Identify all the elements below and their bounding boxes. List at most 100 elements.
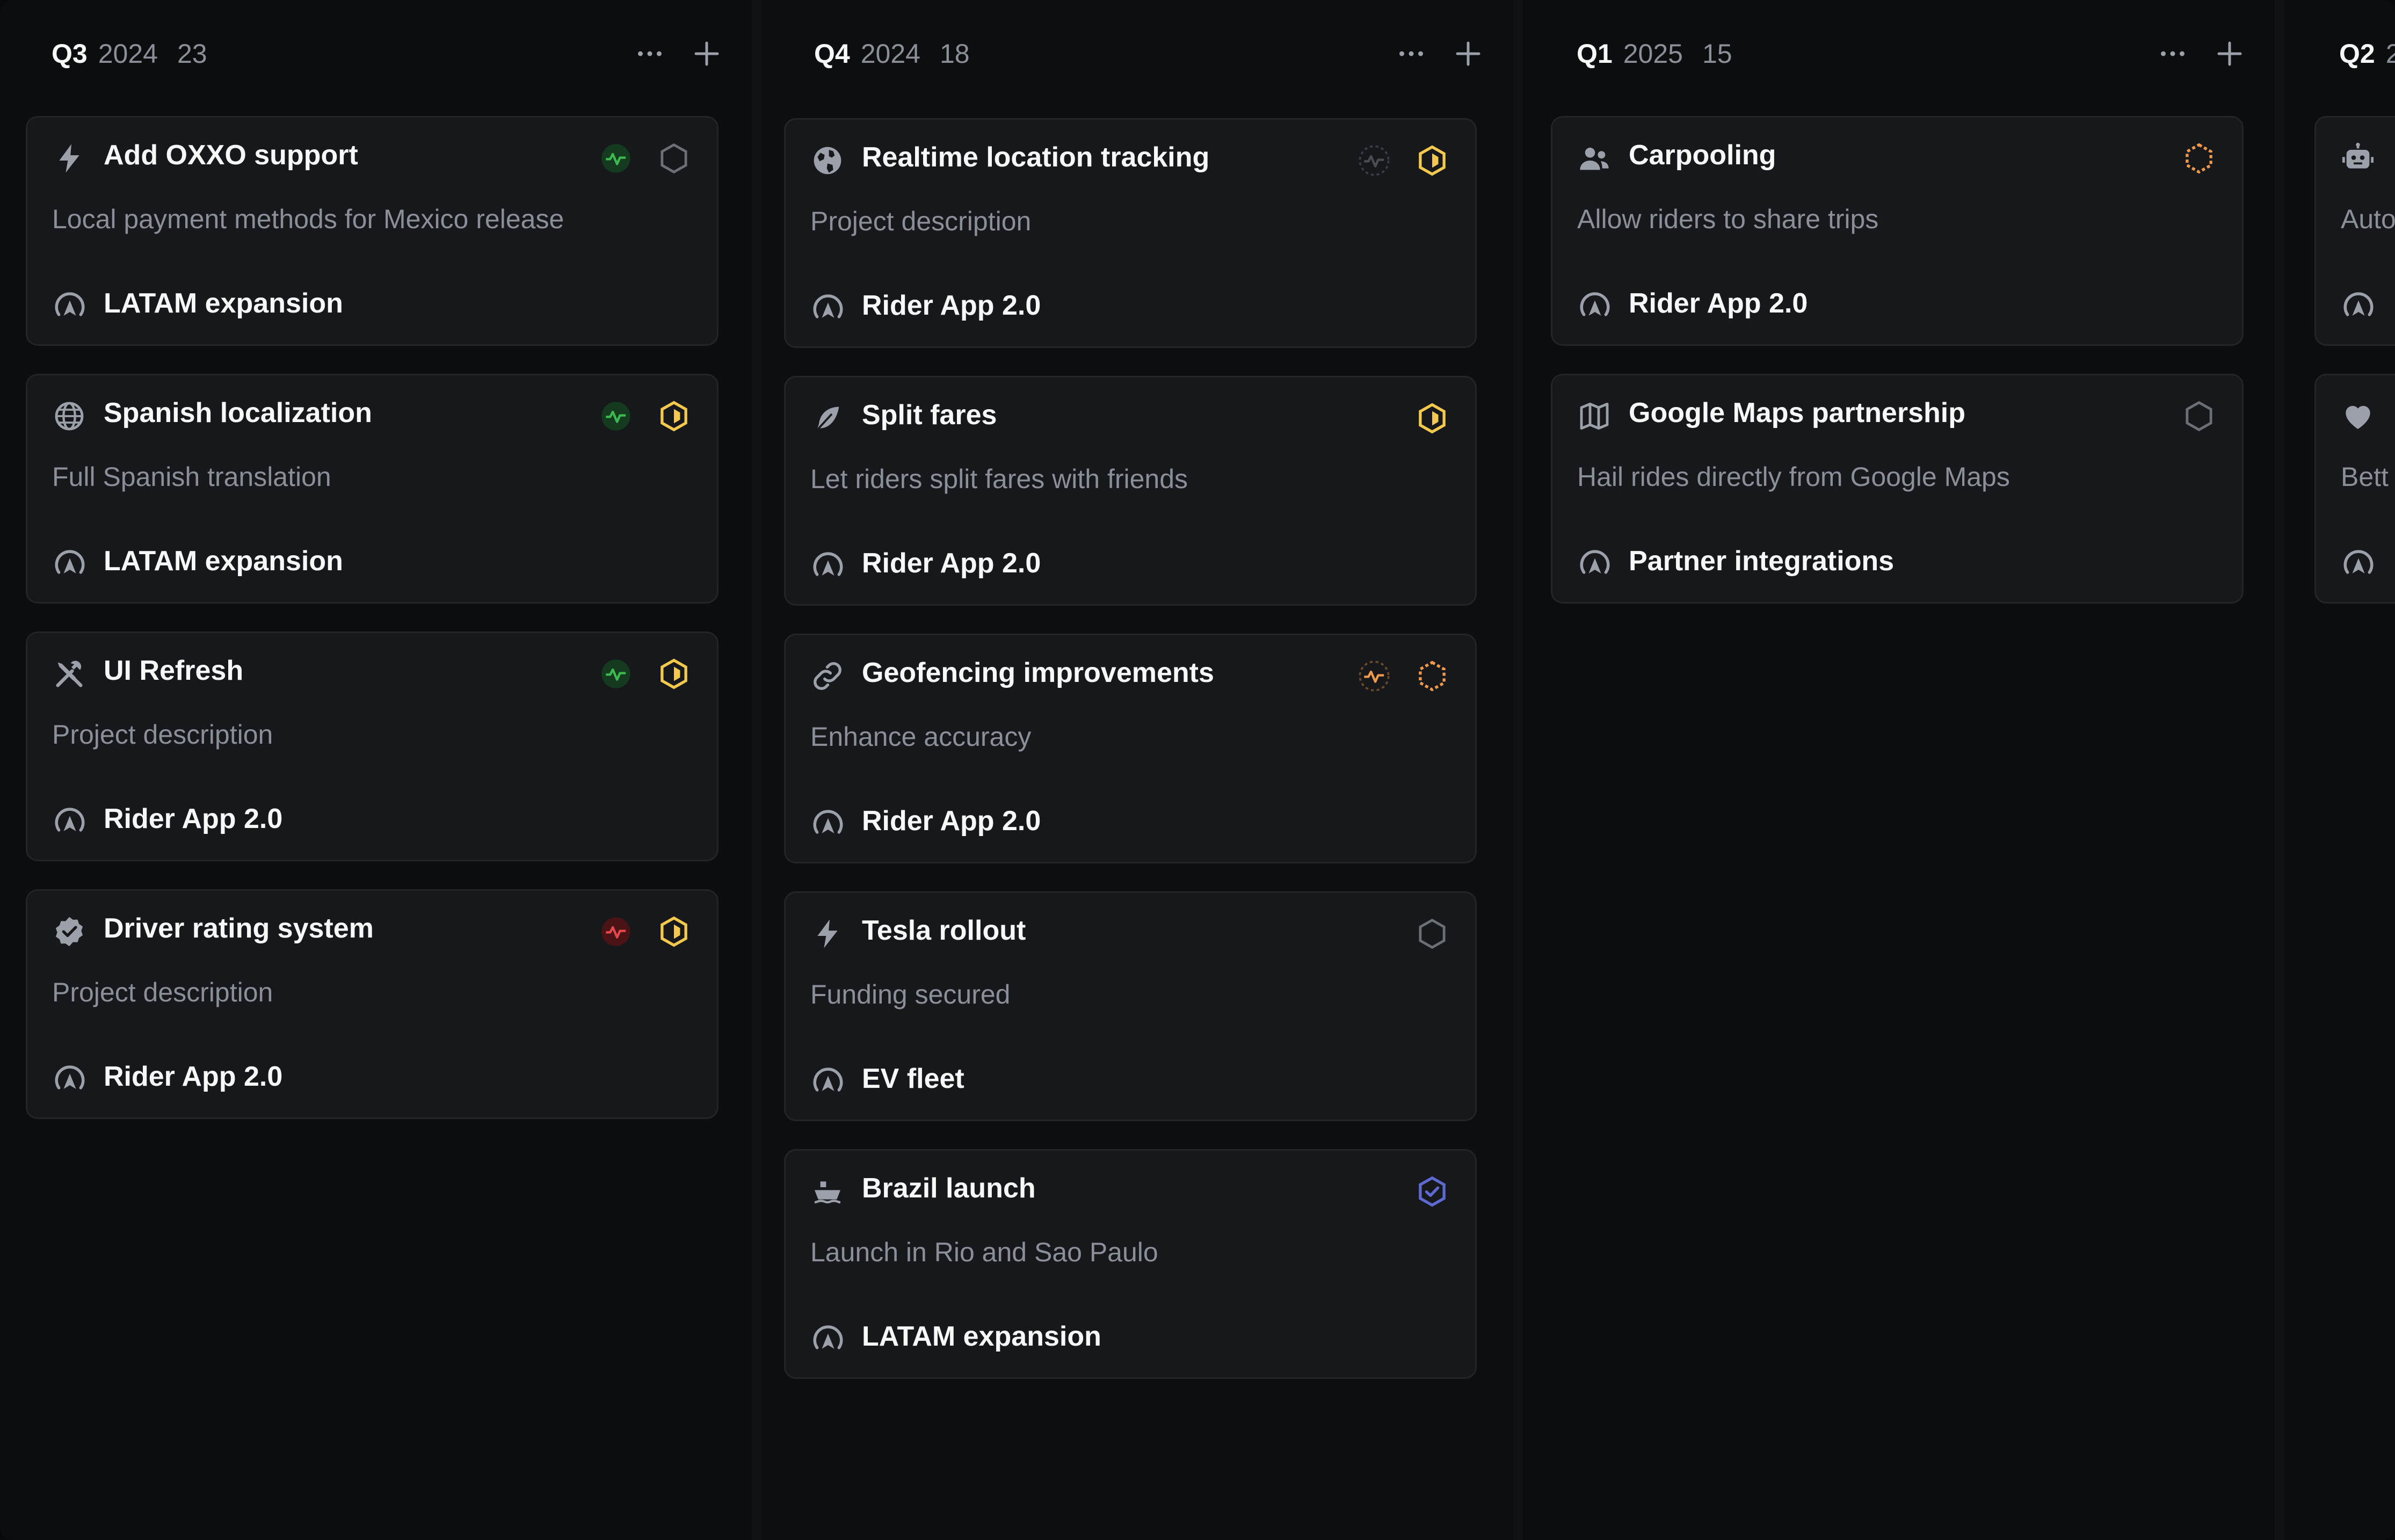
project-initiative[interactable]: Partner integrations [1629,545,1894,577]
project-card[interactable]: Spanish localization Full Spanish transl… [26,374,719,604]
project-description: Enhance accuracy [810,722,1032,752]
status-completed-icon[interactable] [1415,1174,1449,1209]
project-initiative[interactable]: LATAM expansion [862,1320,1101,1353]
status-in-progress-icon[interactable] [657,914,691,949]
status-in-progress-icon[interactable] [1415,143,1449,178]
project-description: Allow riders to share trips [1577,204,1879,234]
project-card[interactable]: Carpooling Allow riders to share trips R… [1551,116,2244,346]
column-year: 2024 [860,39,920,69]
initiative-icon [810,1321,846,1357]
project-title: Spanish localization [104,397,372,428]
project-description: Hail rides directly from Google Maps [1577,462,2010,492]
project-card[interactable]: Bett [2314,374,2395,604]
verified-badge-icon [52,914,86,949]
project-card[interactable]: Tesla rollout Funding secured EV fleet [784,891,1477,1121]
initiative-icon [1577,546,1613,582]
column-divider [1513,0,1523,1540]
health-on-track-icon[interactable] [599,399,633,433]
health-off-track-icon[interactable] [599,914,633,949]
project-card[interactable]: Geofencing improvements Enhance accuracy… [784,634,1477,863]
project-card[interactable]: Google Maps partnership Hail rides direc… [1551,374,2244,604]
column-year: 2025 [1623,39,1683,69]
project-title: Geofencing improvements [862,657,1214,688]
project-description: Funding secured [810,979,1011,1009]
project-title: Driver rating system [104,913,374,944]
project-initiative[interactable]: EV fleet [862,1063,964,1095]
initiative-icon [52,546,88,582]
column-quarter: Q1 [1577,39,1613,69]
project-initiative[interactable]: LATAM expansion [104,287,343,319]
project-initiative[interactable]: LATAM expansion [104,545,343,577]
status-planned-icon[interactable] [1415,659,1449,693]
status-in-progress-icon[interactable] [657,657,691,691]
column-year: 2 [2385,39,2395,69]
add-project-icon[interactable] [2213,38,2246,70]
tools-icon [52,657,86,691]
column-quarter: Q2 [2339,39,2375,69]
map-icon [1577,399,1612,433]
initiative-icon [810,548,846,584]
feather-icon [810,401,845,435]
project-description: Auto [2341,204,2395,234]
column-quarter: Q4 [814,39,850,69]
health-on-track-icon[interactable] [599,141,633,176]
roadmap-board: Q3 2024 23 Add OXXO support Local paymen… [0,0,2395,1540]
project-title: Tesla rollout [862,915,1026,946]
initiative-icon [1577,288,1613,324]
project-card[interactable]: Split fares Let riders split fares with … [784,376,1477,606]
status-in-progress-icon[interactable] [1415,401,1449,435]
people-icon [1577,141,1612,176]
initiative-icon [2341,288,2376,324]
project-card[interactable]: UI Refresh Project description Rider App… [26,631,719,861]
initiative-icon [810,806,846,841]
more-options-icon[interactable] [1395,38,1427,70]
initiative-icon [52,288,88,324]
more-options-icon[interactable] [634,38,666,70]
project-description: Bett [2341,462,2389,492]
status-backlog-icon[interactable] [657,141,691,176]
add-project-icon[interactable] [1452,38,1484,70]
status-planned-icon[interactable] [2182,141,2216,176]
bolt-icon [52,141,86,176]
project-description: Project description [810,206,1032,236]
project-initiative[interactable]: Rider App 2.0 [862,547,1041,579]
column-q3-2024: Q3 2024 23 Add OXXO support Local paymen… [0,0,752,1540]
project-initiative[interactable]: Rider App 2.0 [862,289,1041,322]
column-count: 15 [1702,39,1732,69]
project-card[interactable]: Realtime location tracking Project descr… [784,118,1477,348]
column-q4-2024: Q4 2024 18 Realtime location tracking Pr… [761,0,1513,1540]
project-card[interactable]: Add OXXO support Local payment methods f… [26,116,719,346]
project-title: UI Refresh [104,655,244,686]
bolt-icon [810,917,845,951]
column-q1-2025: Q1 2025 15 Carpooling Allow riders to sh… [1523,0,2275,1540]
project-card[interactable]: Brazil launch Launch in Rio and Sao Paul… [784,1149,1477,1379]
health-at-risk-icon[interactable] [1357,659,1391,693]
initiative-icon [52,804,88,839]
ship-icon [810,1174,845,1209]
column-divider [752,0,761,1540]
project-initiative[interactable]: Rider App 2.0 [862,805,1041,837]
project-title: Brazil launch [862,1173,1036,1204]
project-description: Let riders split fares with friends [810,464,1188,494]
add-project-icon[interactable] [691,38,723,70]
project-title: Google Maps partnership [1629,397,1965,428]
link-icon [810,659,845,693]
column-header: Q3 2024 23 [52,33,752,74]
project-title: Realtime location tracking [862,142,1210,173]
robot-icon [2341,141,2375,176]
project-title: Add OXXO support [104,140,358,171]
project-card[interactable]: Auto [2314,116,2395,346]
project-card[interactable]: Driver rating system Project description… [26,889,719,1119]
project-initiative[interactable]: Rider App 2.0 [104,803,282,835]
status-in-progress-icon[interactable] [657,399,691,433]
health-on-track-icon[interactable] [599,657,633,691]
health-no-update-icon[interactable] [1357,143,1391,178]
project-initiative[interactable]: Rider App 2.0 [1629,287,1808,319]
project-initiative[interactable]: Rider App 2.0 [104,1060,282,1093]
project-description: Project description [52,720,273,750]
initiative-icon [52,1062,88,1097]
more-options-icon[interactable] [2157,38,2189,70]
project-description: Project description [52,977,273,1007]
status-backlog-icon[interactable] [1415,917,1449,951]
status-backlog-icon[interactable] [2182,399,2216,433]
